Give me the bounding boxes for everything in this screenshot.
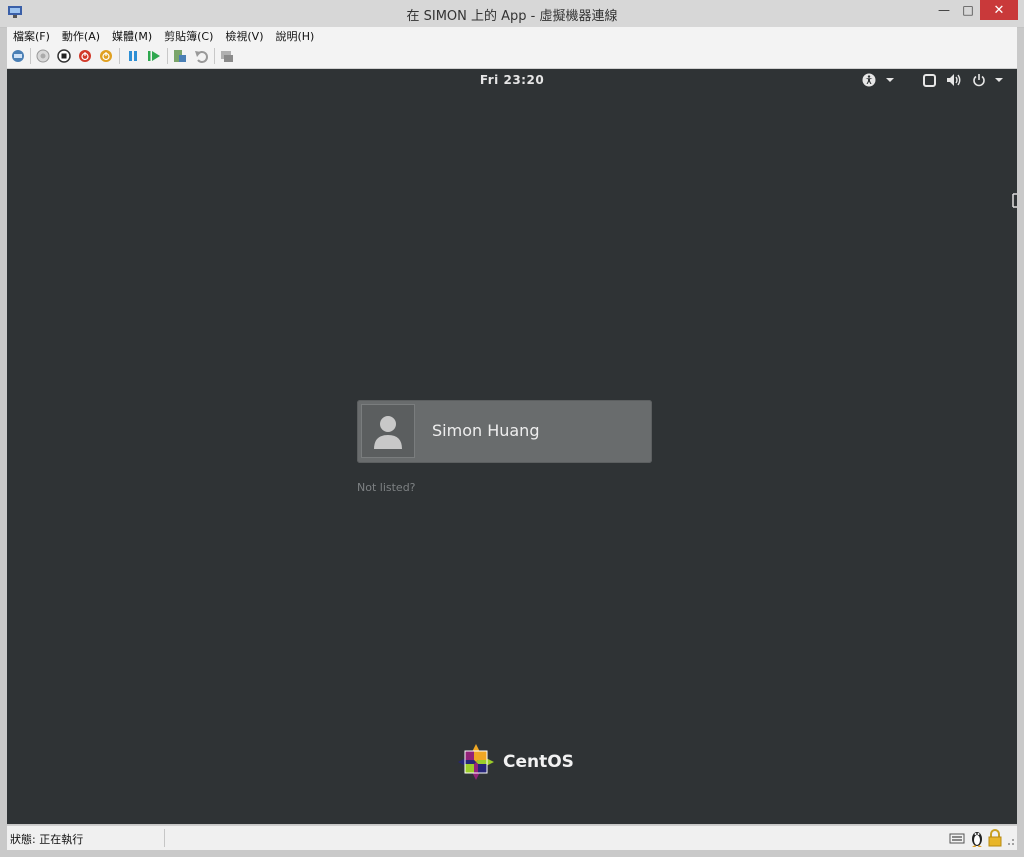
menu-file[interactable]: 檔案(F) [13, 28, 50, 44]
toolbar-separator [30, 48, 31, 64]
close-button[interactable]: ✕ [980, 0, 1018, 20]
status-separator [164, 829, 165, 847]
accessibility-menu[interactable] [862, 73, 895, 87]
avatar [361, 404, 415, 458]
chevron-down-icon [995, 78, 1003, 82]
pause-icon[interactable] [126, 49, 140, 63]
toolbar-separator [167, 48, 168, 64]
maximize-button[interactable]: □ [956, 0, 980, 20]
close-icon: ✕ [993, 2, 1005, 18]
revert-icon[interactable] [194, 49, 208, 63]
status-bar: 狀態: 正在執行 [7, 825, 1017, 850]
resize-grip-icon[interactable] [1004, 829, 1016, 847]
minimize-button[interactable]: — [932, 0, 956, 20]
menu-clipboard[interactable]: 剪貼簿(C) [164, 28, 213, 44]
lock-icon [988, 829, 1002, 847]
menu-view[interactable]: 檢視(V) [225, 28, 263, 44]
window-title: 在 SIMON 上的 App - 虛擬機器連線 [406, 9, 618, 24]
ctrl-alt-del-icon[interactable] [11, 49, 25, 63]
mouse-cursor-icon [1012, 193, 1017, 208]
window-indicator[interactable] [923, 73, 936, 87]
window-icon [923, 73, 936, 87]
accessibility-icon [862, 73, 876, 87]
vm-screen[interactable]: Fri 23:20 Simon Huang Not listed? CentOS [7, 69, 1017, 824]
linux-tux-icon [972, 832, 982, 847]
start-icon[interactable] [36, 49, 50, 63]
power-icon [973, 74, 985, 87]
reset-icon[interactable] [147, 49, 161, 63]
centos-logo-icon [458, 744, 494, 780]
user-name: Simon Huang [432, 421, 540, 440]
centos-wordmark: CentOS [503, 752, 574, 772]
maximize-icon: □ [962, 3, 974, 17]
shutdown-icon[interactable] [78, 49, 92, 63]
keyboard-icon [949, 833, 965, 844]
status-text: 狀態: 正在執行 [10, 833, 84, 846]
save-icon[interactable] [99, 49, 113, 63]
menu-help[interactable]: 說明(H) [275, 28, 314, 44]
user-login-item[interactable]: Simon Huang [357, 400, 652, 463]
user-avatar-icon [374, 416, 402, 449]
enhanced-session-icon[interactable] [220, 49, 234, 63]
chevron-down-icon [886, 78, 894, 82]
not-listed-link[interactable]: Not listed? [357, 481, 416, 494]
power-menu[interactable] [972, 73, 1004, 87]
toolbar-separator [214, 48, 215, 64]
checkpoint-icon[interactable] [173, 49, 187, 63]
toolbar-separator [119, 48, 120, 64]
volume-icon [947, 74, 961, 86]
menu-bar: 檔案(F) 動作(A) 媒體(M) 剪貼簿(C) 檢視(V) 說明(H) [7, 27, 1017, 44]
volume-indicator[interactable] [946, 73, 962, 87]
turn-off-icon[interactable] [57, 49, 71, 63]
menu-action[interactable]: 動作(A) [62, 28, 100, 44]
title-bar: 在 SIMON 上的 App - 虛擬機器連線 — □ ✕ [0, 0, 1024, 28]
toolbar [7, 44, 1017, 69]
menu-media[interactable]: 媒體(M) [112, 28, 152, 44]
minimize-icon: — [938, 3, 950, 17]
centos-logo: CentOS [457, 743, 574, 781]
